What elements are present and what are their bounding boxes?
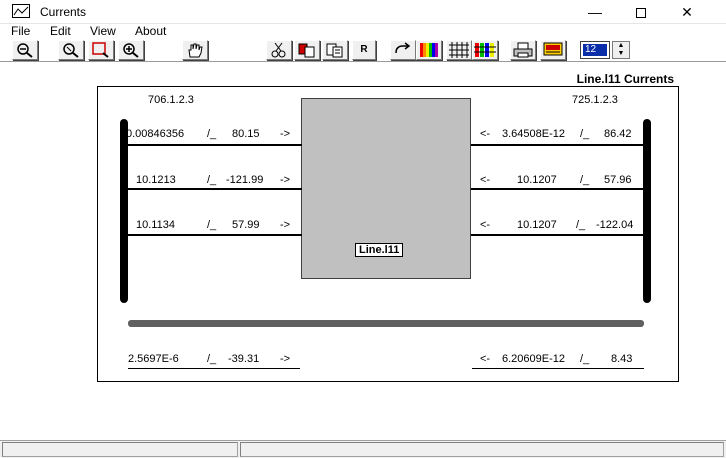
- menu-about[interactable]: About: [135, 24, 166, 38]
- right-phase-3-angle: -122.04: [596, 219, 634, 231]
- right-phase-2-arrow: <-: [480, 174, 491, 186]
- right-phase-1-line: [471, 144, 643, 146]
- zoom-in-button[interactable]: [118, 40, 144, 60]
- spin-down-icon[interactable]: ▼: [613, 50, 629, 58]
- grid-button[interactable]: [446, 40, 472, 60]
- right-phase-1-angle-sep: /_: [580, 128, 590, 140]
- copy-button[interactable]: [294, 40, 320, 60]
- right-phase-3-line: [471, 234, 643, 236]
- color-bars-icon: [420, 43, 438, 57]
- left-phase-3-angle-sep: /_: [207, 219, 217, 231]
- pan-button[interactable]: [182, 40, 208, 60]
- export-button[interactable]: [540, 40, 566, 60]
- zoom-out-button[interactable]: [12, 40, 38, 60]
- diagram-title: Line.l11 Currents: [576, 72, 674, 86]
- left-phase-2-magnitude: 10.1213: [136, 174, 176, 186]
- right-ground-line: [472, 368, 644, 369]
- toolbar: R 12 ▲ ▼: [0, 39, 726, 62]
- left-ground-line: [128, 368, 300, 369]
- left-phase-1-arrow: ->: [280, 128, 291, 140]
- magnifier-icon: [63, 43, 79, 58]
- paste-icon: [326, 43, 343, 58]
- color-grid-icon: [474, 43, 496, 57]
- left-phase-2-line: [128, 188, 302, 190]
- hand-icon: [188, 43, 203, 58]
- menu-edit[interactable]: Edit: [50, 24, 71, 38]
- app-icon: [12, 4, 30, 18]
- color-grid-button[interactable]: [472, 40, 498, 60]
- right-phase-1-angle: 86.42: [604, 128, 632, 140]
- left-phase-1-angle: 80.15: [232, 128, 260, 140]
- redo-icon: [395, 42, 411, 54]
- status-pane-left: [2, 442, 238, 457]
- left-phase-2-arrow: ->: [280, 174, 291, 186]
- menu-bar: File Edit View About: [0, 24, 726, 39]
- left-phase-3-angle: 57.99: [232, 219, 260, 231]
- display-icon: [543, 42, 563, 56]
- zoom-in-icon: [123, 43, 139, 58]
- redo-button[interactable]: [390, 40, 416, 60]
- right-phase-2-line: [471, 188, 643, 190]
- maximize-icon: [636, 8, 646, 19]
- copy-icon: [298, 43, 315, 58]
- neutral-conductor: [128, 320, 644, 327]
- right-phase-3-magnitude: 10.1207: [517, 219, 557, 231]
- zoom-button[interactable]: [58, 40, 84, 60]
- zoom-out-icon: [17, 43, 33, 58]
- zoom-level-field[interactable]: 12: [580, 41, 610, 59]
- right-ground-arrow: <-: [480, 353, 491, 365]
- right-phase-1-magnitude: 3.64508E-12: [502, 128, 565, 140]
- zoom-area-icon: [92, 42, 109, 58]
- printer-icon: [513, 42, 533, 58]
- status-bar: [0, 440, 726, 458]
- right-bus-label: 725.1.2.3: [572, 94, 618, 106]
- menu-file[interactable]: File: [11, 24, 30, 38]
- left-bus-bar: [120, 119, 128, 303]
- left-phase-1-line: [128, 144, 302, 146]
- left-phase-3-magnitude: 10.1134: [136, 219, 175, 231]
- right-phase-2-angle-sep: /_: [580, 174, 590, 186]
- minimize-button[interactable]: —: [572, 0, 618, 24]
- left-phase-2-angle: -121.99: [226, 174, 264, 186]
- left-ground-angle: -39.31: [228, 353, 260, 365]
- scissors-icon: [271, 42, 286, 58]
- right-ground-angle-sep: /_: [580, 353, 590, 365]
- right-phase-2-angle: 57.96: [604, 174, 632, 186]
- diagram-canvas: Line.l11 Currents 706.1.2.3 725.1.2.3 Li…: [0, 62, 726, 440]
- maximize-button[interactable]: [618, 0, 664, 24]
- print-button[interactable]: [510, 40, 536, 60]
- bold-button[interactable]: R: [352, 40, 376, 60]
- left-phase-2-angle-sep: /_: [207, 174, 217, 186]
- right-ground-magnitude: 6.20609E-12: [502, 353, 565, 365]
- right-phase-3-angle-sep: /_: [576, 219, 586, 231]
- window-title: Currents: [40, 5, 87, 19]
- left-phase-3-line: [128, 234, 302, 236]
- title-bar: Currents — ✕: [0, 0, 726, 24]
- menu-view[interactable]: View: [90, 24, 116, 38]
- left-phase-1-magnitude: 0.00846356: [126, 128, 185, 140]
- right-ground-angle: 8.43: [611, 353, 633, 365]
- left-ground-magnitude: 2.5697E-6: [128, 353, 179, 365]
- cut-button[interactable]: [266, 40, 292, 60]
- left-phase-1-angle-sep: /_: [207, 128, 217, 140]
- zoom-area-button[interactable]: [88, 40, 114, 60]
- right-phase-3-arrow: <-: [480, 219, 491, 231]
- paste-button[interactable]: [322, 40, 348, 60]
- left-ground-angle-sep: /_: [207, 353, 217, 365]
- colors-button[interactable]: [416, 40, 442, 60]
- grid-icon: [449, 42, 469, 58]
- right-bus-bar: [643, 119, 651, 303]
- left-bus-label: 706.1.2.3: [148, 94, 194, 106]
- zoom-spinner[interactable]: ▲ ▼: [612, 41, 630, 59]
- spin-up-icon[interactable]: ▲: [613, 42, 629, 50]
- zoom-level-value: 12: [583, 44, 607, 56]
- line-element-label: Line.l11: [355, 243, 404, 257]
- right-phase-2-magnitude: 10.1207: [517, 174, 557, 186]
- left-ground-arrow: ->: [280, 353, 291, 365]
- right-phase-1-arrow: <-: [480, 128, 491, 140]
- close-button[interactable]: ✕: [664, 0, 710, 24]
- status-pane-right: [240, 442, 724, 457]
- left-phase-3-arrow: ->: [280, 219, 291, 231]
